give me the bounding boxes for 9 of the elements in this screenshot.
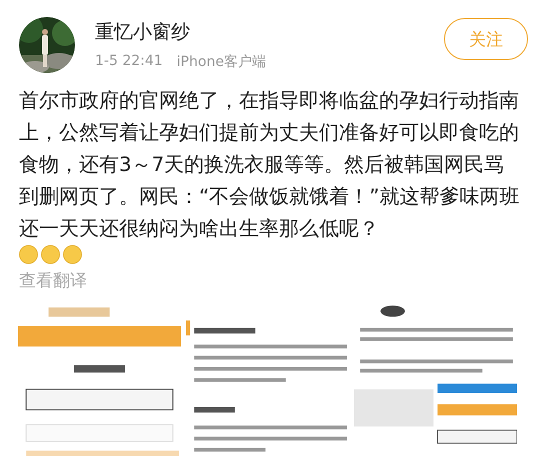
- emoji-icon: [63, 245, 82, 264]
- emoji-icon: [19, 245, 38, 264]
- emoji-icon: [41, 245, 60, 264]
- post-time: 1-5 22:41: [95, 53, 163, 71]
- author-name[interactable]: 重忆小窗纱: [95, 19, 444, 45]
- post-text: 首尔市政府的官网绝了，在指导即将临盆的孕妇行动指南上，公然写着让孕妇们提前为丈夫们准备好可以即食吃的食物，还有3～7天的换洗衣服等等。然后被韩国网民骂到删网页了。网民：“不会做饭就饿着！”就这帮爹味两班还一天天还很纳闷为啥出生率那么低呢？: [19, 89, 520, 240]
- follow-button[interactable]: 关注: [444, 18, 528, 60]
- post-source: iPhone客户端: [176, 53, 266, 71]
- translate-link[interactable]: 查看翻译: [19, 269, 87, 292]
